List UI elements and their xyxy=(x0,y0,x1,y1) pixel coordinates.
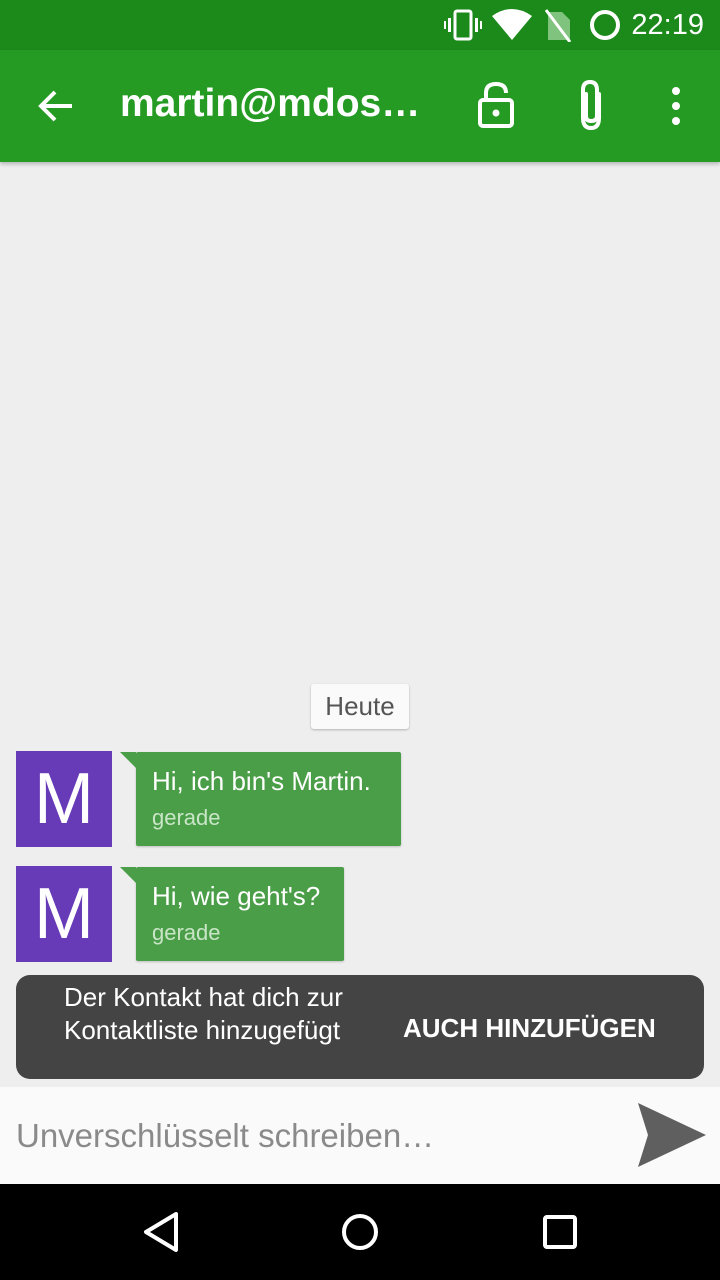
message-time: gerade xyxy=(152,805,221,830)
avatar[interactable]: M xyxy=(16,866,112,962)
date-separator: Heute xyxy=(311,684,409,729)
app-bar: martin@mdosc… xyxy=(0,50,720,162)
add-contact-button[interactable]: AUCH HINZUFÜGEN xyxy=(403,1013,656,1044)
nav-recents-icon[interactable] xyxy=(530,1202,590,1262)
overflow-menu-icon[interactable] xyxy=(646,76,706,136)
paperclip-icon[interactable] xyxy=(563,76,623,136)
battery-charging-icon xyxy=(590,10,620,40)
unlock-icon[interactable] xyxy=(466,76,526,136)
send-icon[interactable] xyxy=(634,1099,710,1171)
message-time: gerade xyxy=(152,920,221,945)
snackbar-message: Der Kontakt hat dich zur Kontaktliste hi… xyxy=(64,982,343,1045)
snackbar: Der Kontakt hat dich zur Kontaktliste hi… xyxy=(16,975,704,1079)
message-text: Hi, ich bin's Martin. xyxy=(152,766,371,796)
wifi-icon xyxy=(492,9,532,40)
nav-home-icon[interactable] xyxy=(330,1202,390,1262)
message-input[interactable] xyxy=(16,1107,606,1165)
navigation-bar xyxy=(0,1184,720,1280)
back-arrow-icon[interactable] xyxy=(28,76,88,136)
message-text: Hi, wie geht's? xyxy=(152,881,321,911)
message-bubble[interactable]: Hi, wie geht's? gerade xyxy=(120,867,344,961)
status-bar: 22:19 xyxy=(0,0,720,50)
message-composer xyxy=(0,1087,720,1184)
vibrate-icon xyxy=(444,9,482,41)
nav-back-icon[interactable] xyxy=(130,1202,190,1262)
message-bubble[interactable]: Hi, ich bin's Martin. gerade xyxy=(120,752,401,846)
avatar[interactable]: M xyxy=(16,751,112,847)
conversation-title[interactable]: martin@mdosc… xyxy=(120,82,430,126)
status-time: 22:19 xyxy=(631,9,704,41)
no-sim-icon xyxy=(544,9,572,42)
